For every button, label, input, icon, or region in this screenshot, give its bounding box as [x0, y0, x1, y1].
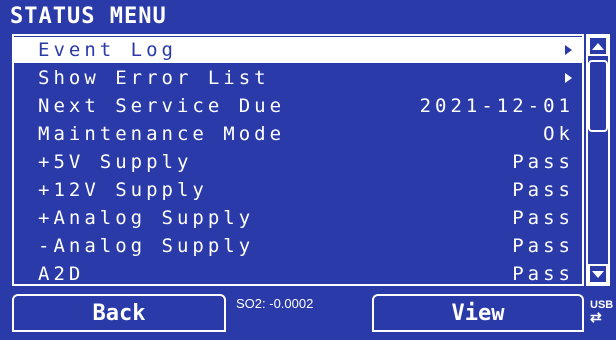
usb-indicator: USB ⇄ [590, 300, 616, 325]
menu-item-label: +5V Supply [38, 151, 193, 173]
usb-transfer-icon: ⇄ [590, 309, 602, 325]
menu-item[interactable]: +Analog Supply Pass [14, 205, 582, 231]
menu-item[interactable]: +5V Supply Pass [14, 149, 582, 175]
menu-item-label: +12V Supply [38, 179, 208, 201]
status-menu-screen: STATUS MENU Event Log Show Error List Next… [0, 0, 616, 340]
view-button[interactable]: View [372, 294, 584, 332]
menu-item-value: Pass [512, 151, 574, 173]
scroll-down-button[interactable] [588, 264, 608, 284]
menu-item-label: Show Error List [38, 67, 270, 89]
menu-item[interactable]: +12V Supply Pass [14, 177, 582, 203]
submenu-arrow-icon [565, 73, 572, 83]
menu-item-label: Event Log [38, 39, 177, 61]
menu-item-label: +Analog Supply [38, 207, 255, 229]
scroll-up-button[interactable] [588, 36, 608, 56]
menu-item[interactable]: -Analog Supply Pass [14, 233, 582, 259]
menu-item-value: Ok [543, 123, 574, 145]
menu-item-value: Pass [512, 235, 574, 257]
scrollbar[interactable] [586, 34, 610, 286]
menu-item-value: 2021-12-01 [419, 95, 574, 117]
menu-item[interactable]: Next Service Due 2021-12-01 [14, 93, 582, 119]
menu-item-label: Next Service Due [38, 95, 286, 117]
menu-item-value: Pass [512, 263, 574, 285]
menu-item-value: Pass [512, 207, 574, 229]
scroll-thumb[interactable] [588, 60, 608, 132]
so2-readout: SO2: -0.0002 [236, 296, 314, 311]
arrow-down-icon [592, 270, 604, 278]
menu-item[interactable]: A2D Pass [14, 261, 582, 287]
menu-item-label: A2D [38, 263, 85, 285]
menu-item[interactable]: Maintenance Mode Ok [14, 121, 582, 147]
menu-item[interactable]: Show Error List [14, 65, 582, 91]
submenu-arrow-icon [565, 45, 572, 55]
back-button[interactable]: Back [12, 294, 226, 332]
menu-item-value: Pass [512, 179, 574, 201]
menu-item-label: -Analog Supply [38, 235, 255, 257]
menu-item-label: Maintenance Mode [38, 123, 286, 145]
page-title: STATUS MENU [10, 4, 167, 29]
arrow-up-icon [592, 42, 604, 50]
menu-item[interactable]: Event Log [14, 37, 582, 63]
